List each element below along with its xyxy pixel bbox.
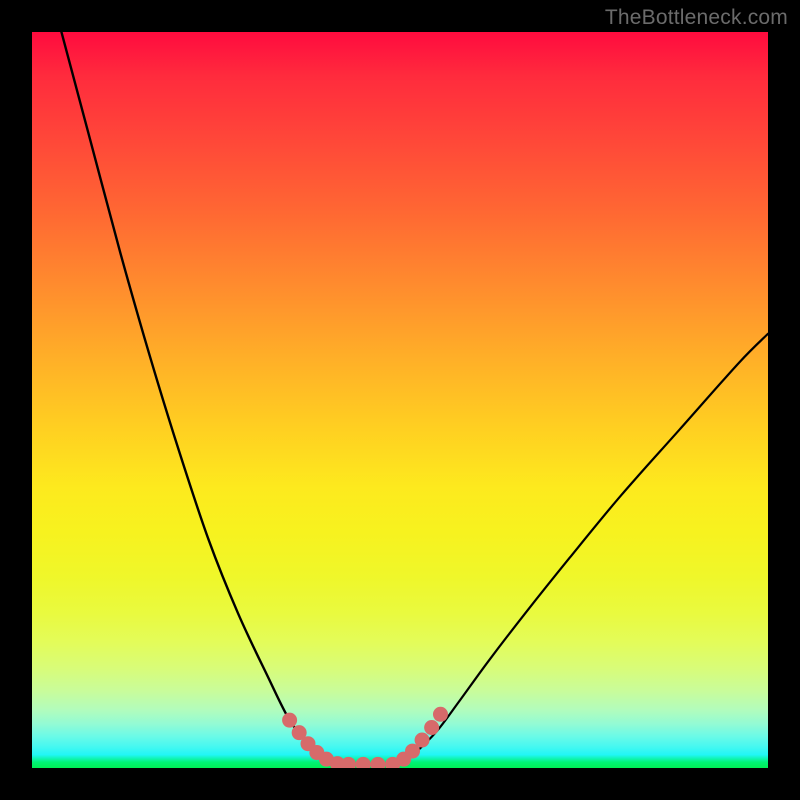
curve-left [61,32,341,764]
accent-dots [282,707,448,768]
chart-frame: TheBottleneck.com [0,0,800,800]
watermark-text: TheBottleneck.com [605,6,788,30]
accent-dot [415,733,430,748]
plot-area [32,32,768,768]
accent-dot [341,757,356,768]
accent-dot [424,720,439,735]
accent-dot [370,757,385,768]
curve-right [400,334,768,765]
accent-dot [356,757,371,768]
accent-dot [282,713,297,728]
accent-dot [433,707,448,722]
curves-svg [32,32,768,768]
